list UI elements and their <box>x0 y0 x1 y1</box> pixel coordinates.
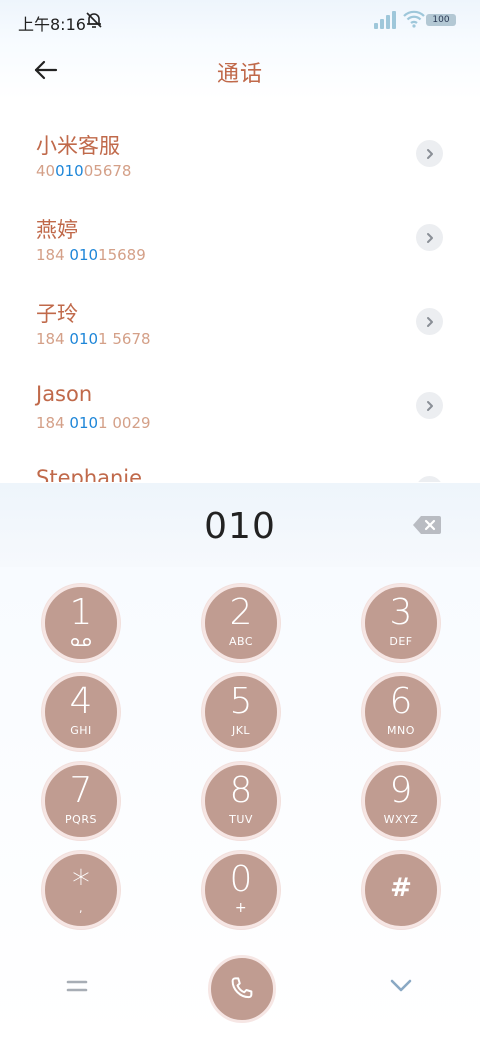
key-2[interactable]: 2 ABC <box>202 584 280 662</box>
contact-item[interactable]: 子玲 184 0101 5678 <box>0 280 480 364</box>
key-0[interactable]: 0 + <box>202 851 280 929</box>
key-1[interactable]: 1 <box>42 584 120 662</box>
key-letters: MNO <box>387 724 415 737</box>
contact-name: Stephanie <box>36 466 143 482</box>
key-digit: 8 <box>229 770 253 811</box>
bell-muted-icon <box>86 12 102 28</box>
key-letters: PQRS <box>65 813 97 826</box>
contact-name: Jason <box>36 382 93 406</box>
key-digit: 0 <box>229 859 253 900</box>
key-digit: 7 <box>69 770 93 811</box>
chevron-right-icon[interactable] <box>416 392 443 419</box>
contact-item[interactable]: 燕婷 184 01015689 <box>0 196 480 280</box>
key-letters: WXYZ <box>383 813 419 826</box>
contact-item[interactable]: Jason 184 0101 0029 <box>0 364 480 448</box>
key-letters: + <box>234 900 248 916</box>
number-prefix: 184 <box>36 330 70 348</box>
key-letters: DEF <box>389 635 413 648</box>
key-digit: 3 <box>389 592 413 633</box>
phone-icon <box>231 977 253 999</box>
status-bar: 上午8:16 100 <box>0 0 480 40</box>
number-match: 010 <box>55 162 84 180</box>
contact-name: 子玲 <box>36 302 78 326</box>
key-letters: ABC <box>228 635 254 648</box>
chevron-right-icon[interactable] <box>416 224 443 251</box>
contact-number: 184 0101 5678 <box>36 330 151 348</box>
chevron-down-icon[interactable] <box>389 978 413 994</box>
key-digit: * <box>72 863 90 904</box>
page-title: 通话 <box>216 62 263 87</box>
menu-icon[interactable] <box>66 978 88 994</box>
contact-name: 燕婷 <box>36 218 78 242</box>
key-4[interactable]: 4 GHI <box>42 673 120 751</box>
key-digit: 9 <box>389 770 413 811</box>
contact-number: 184 01015689 <box>36 246 146 264</box>
key-9[interactable]: 9 WXYZ <box>362 762 440 840</box>
backspace-icon[interactable] <box>412 514 442 536</box>
chevron-right-icon[interactable] <box>416 476 443 482</box>
key-letters: , <box>79 902 83 915</box>
number-prefix: 40 <box>36 162 56 180</box>
number-suffix: 1 5678 <box>98 330 151 348</box>
key-hash[interactable]: # <box>362 851 440 929</box>
key-letters: GHI <box>70 724 92 737</box>
key-digit: 4 <box>69 681 93 722</box>
number-suffix: 15689 <box>98 246 146 264</box>
chevron-right-icon[interactable] <box>416 140 443 167</box>
contact-item[interactable]: 小米客服 4001005678 <box>0 112 480 196</box>
call-button[interactable] <box>208 955 276 1023</box>
contact-number: 4001005678 <box>36 162 131 180</box>
key-digit: 1 <box>69 592 93 633</box>
number-prefix: 184 <box>36 414 70 432</box>
battery-icon: 100 <box>426 14 456 26</box>
voicemail-icon <box>70 637 92 647</box>
status-time: 上午8:16 <box>18 15 86 34</box>
number-suffix: 05678 <box>83 162 132 180</box>
key-3[interactable]: 3 DEF <box>362 584 440 662</box>
number-suffix: 1 0029 <box>98 414 151 432</box>
key-digit: 5 <box>229 681 253 722</box>
contact-list: 小米客服 4001005678 燕婷 184 01015689 子玲 184 0… <box>0 112 480 482</box>
number-match: 010 <box>69 330 99 348</box>
key-digit: 2 <box>229 592 253 633</box>
key-letters: TUV <box>229 813 253 826</box>
key-digit: 6 <box>389 681 413 722</box>
contact-name: 小米客服 <box>36 134 120 158</box>
key-8[interactable]: 8 TUV <box>202 762 280 840</box>
key-7[interactable]: 7 PQRS <box>42 762 120 840</box>
wifi-icon <box>403 10 425 28</box>
number-prefix: 184 <box>36 246 70 264</box>
key-star[interactable]: * , <box>42 851 120 929</box>
number-match: 010 <box>69 246 99 264</box>
key-letters: JKL <box>231 724 251 737</box>
key-5[interactable]: 5 JKL <box>202 673 280 751</box>
key-digit: # <box>390 873 412 903</box>
number-match: 010 <box>69 414 99 432</box>
dialed-number: 010 <box>204 506 276 547</box>
contact-item[interactable]: Stephanie <box>0 448 480 482</box>
signal-icon <box>374 11 396 29</box>
key-6[interactable]: 6 MNO <box>362 673 440 751</box>
chevron-right-icon[interactable] <box>416 308 443 335</box>
contact-number: 184 0101 0029 <box>36 414 151 432</box>
